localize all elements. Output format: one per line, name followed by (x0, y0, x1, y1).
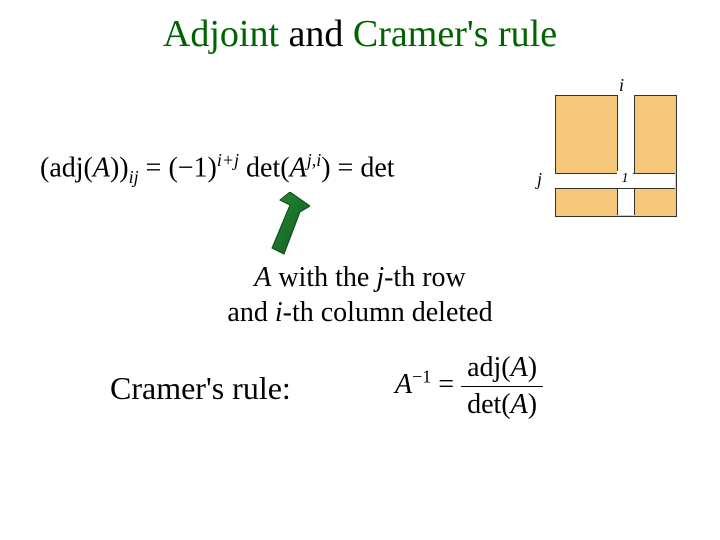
matrix-one-cell: 1 (617, 171, 633, 187)
eq2-num-A: A (511, 352, 528, 383)
eq1-det1-A: A (290, 152, 307, 183)
arrow-icon (260, 192, 310, 252)
eq1-lhs-A: A (93, 152, 110, 183)
eq2-inv: −1 (412, 367, 431, 387)
eq1-det1-post: ) (321, 152, 330, 183)
eq2-eq: = (438, 369, 461, 400)
eq1-eq1: = (146, 152, 169, 183)
caption-line2-pre: and (227, 297, 274, 328)
matrix-j-label: j (537, 169, 542, 190)
eq2-den-A: A (511, 389, 528, 420)
caption-i: i (275, 297, 283, 328)
eq1-det2: det (360, 152, 394, 183)
caption-j: j (376, 262, 384, 293)
caption-A: A (254, 262, 271, 293)
eq2-A: A (395, 369, 412, 400)
eq1-lhs-sub: ij (129, 167, 139, 187)
eq2-den-post: ) (528, 389, 537, 420)
eq2-fraction: adj(A) det(A) (461, 352, 543, 421)
minor-matrix-diagram: 1 i j (555, 95, 675, 215)
slide-title: Adjoint and Cramer's rule (0, 12, 720, 56)
eq1-det1-pre: det( (246, 152, 290, 183)
eq1-det1-sup: j,i (307, 150, 322, 170)
caption-line1-mid: with the (271, 262, 376, 293)
minor-caption: A with the j-th row and i-th column dele… (0, 260, 720, 330)
eq2-numerator: adj(A) (461, 352, 543, 387)
eq2-denominator: det(A) (461, 387, 543, 421)
matrix-box (555, 95, 677, 217)
matrix-i-label: i (619, 75, 624, 96)
eq2-num-pre: adj( (467, 352, 511, 383)
caption-line2-post: -th column deleted (283, 297, 493, 328)
eq1-sign-exp: i+j (217, 150, 239, 170)
adjoint-equation: (adj(A))ij = (−1)i+j det(Aj,i) = det (40, 150, 395, 188)
deleted-column-strip (617, 95, 635, 215)
eq2-num-post: ) (528, 352, 537, 383)
deleted-row-strip (555, 173, 675, 189)
eq1-lhs-pre: (adj( (40, 152, 93, 183)
title-pre: Adjoint (163, 13, 289, 55)
title-and: and (289, 13, 344, 55)
eq1-lhs-post: )) (110, 152, 129, 183)
eq1-eq2: = (338, 152, 361, 183)
eq1-sign-base: (−1) (168, 152, 216, 183)
eq2-den-pre: det( (467, 389, 511, 420)
cramer-label: Cramer's rule: (110, 370, 291, 407)
cramer-equation: A−1 = adj(A) det(A) (395, 352, 543, 421)
caption-line1-post: -th row (384, 262, 466, 293)
title-post: Cramer's rule (343, 13, 557, 55)
